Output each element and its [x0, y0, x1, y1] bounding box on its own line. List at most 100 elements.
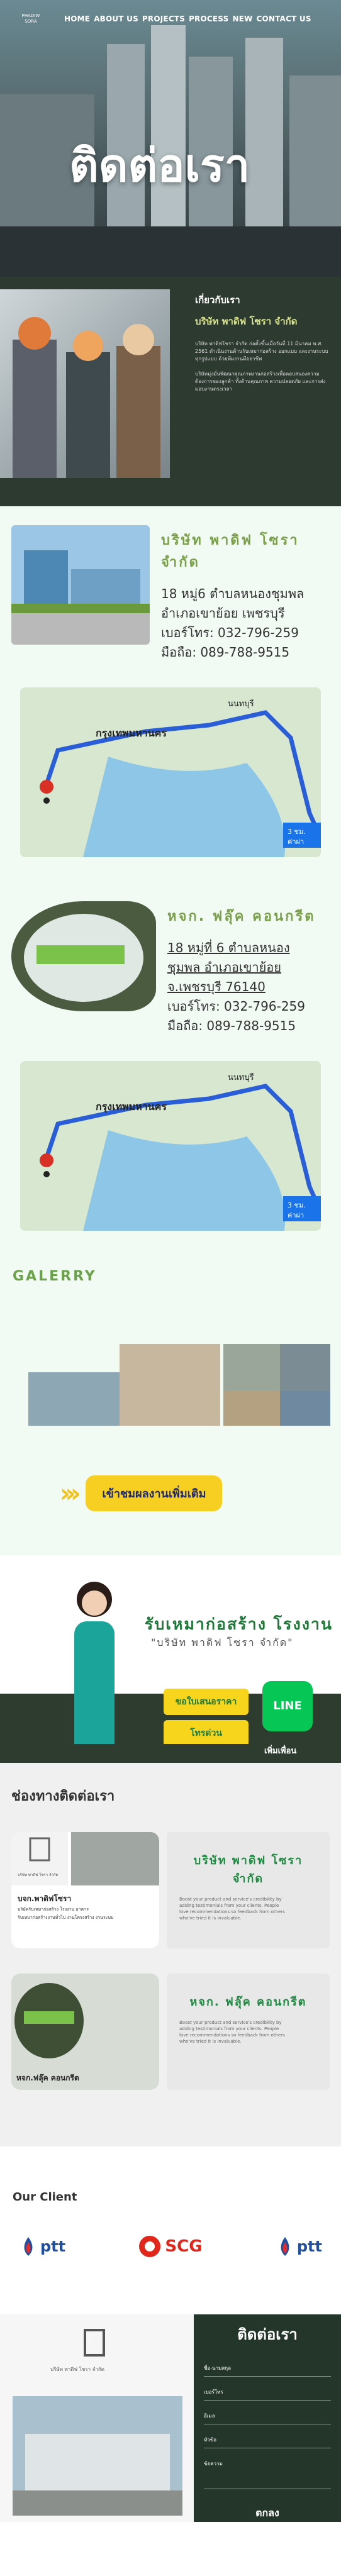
line-add-friend[interactable]: เพิ่มเพื่อน — [264, 1744, 296, 1757]
gallery-grid — [0, 1328, 341, 1467]
promo-band-bottom: เพิ่มเพื่อน — [0, 1744, 341, 1763]
contact-form: ติดต่อเรา ชื่อ-นามสกุล เบอร์โทร อีเมล หั… — [194, 2314, 341, 2522]
card2-name: หจก.ฟลุ๊ค คอนกรีต — [16, 2074, 79, 2083]
nav-process[interactable]: PROCESS — [189, 14, 228, 23]
company1-mobile[interactable]: มือถือ: 089-788-9515 — [161, 643, 330, 662]
company2-truck-photo — [11, 901, 156, 1011]
contact-card-2: หจก.ฟลุ๊ค คอนกรีต หจก. ฟลุ๊ค คอนกรีต Boo… — [11, 1974, 330, 2090]
company2-mobile[interactable]: มือถือ: 089-788-9515 — [167, 1016, 316, 1036]
company2-map[interactable]: กรุงเทพมหานคร นนทบุรี 3 ชม. ค่าผ่า — [20, 1061, 321, 1231]
card1-name: บจก.พาดิฟโซรา — [18, 1894, 71, 1903]
scg-logo-text: SCG — [165, 2237, 203, 2256]
map2-city-label: กรุงเทพมหานคร — [96, 1101, 167, 1113]
contact-section: ช่องทางติดต่อเรา บริษัท พาดิฟ โซรา จำกัด… — [0, 1763, 341, 2146]
client-logos: ptt SCG ptt — [13, 2235, 328, 2258]
scg-logo: SCG — [138, 2235, 203, 2258]
map-city-label: กรุงเทพมหานคร — [96, 727, 167, 740]
gallery-image[interactable] — [223, 1344, 280, 1391]
promo-title: รับเหมาก่อสร้าง โรงงาน — [145, 1615, 333, 1633]
submit-button[interactable]: ตกลง — [204, 2506, 331, 2521]
message-field[interactable]: ข้อความ — [204, 2455, 331, 2489]
card2-right-name: หจก. ฟลุ๊ค คอนกรีต — [189, 1996, 307, 2009]
about-section: เกี่ยวกับเรา บริษัท พาดิฟ โซรา จำกัด บริ… — [0, 277, 341, 506]
ptt-logo-text: ptt — [40, 2238, 66, 2255]
gallery-title: GALERRY — [13, 1269, 97, 1284]
quote-button[interactable]: ขอใบเสนอราคา — [164, 1689, 249, 1715]
company1-card-details: บริษัท พาดิฟ โซรา จำกัด Boost your produ… — [167, 1832, 330, 1948]
nav-home[interactable]: HOME — [64, 14, 90, 23]
chevrons-right-icon: ››› — [60, 1479, 81, 1508]
ptt-drop-icon — [24, 2237, 33, 2256]
contact-title: ช่องทางติดต่อเรา — [11, 1789, 115, 1804]
card1-sub: บริษัทรับเหมาก่อสร้าง โรงงาน อาคาร — [18, 1906, 89, 1912]
nav-about[interactable]: ABOUT US — [94, 14, 138, 23]
gallery-image[interactable] — [120, 1344, 220, 1426]
about-heading: เกี่ยวกับเรา — [195, 294, 240, 306]
company2-name: หจก. ฟลุ๊ค คอนกรีต — [167, 909, 316, 924]
contact-card-1: บริษัท พาดิฟ โซรา จำกัด บจก.พาดิฟโซรา บร… — [11, 1832, 330, 1948]
company2-address-3: จ.เพชรบุรี 76140 — [167, 979, 266, 994]
map2-route-time: 3 ชม. — [288, 1201, 306, 1209]
form-title: ติดต่อเรา — [237, 2326, 298, 2343]
gallery-image[interactable] — [280, 1344, 330, 1391]
company1-map[interactable]: กรุงเทพมหานคร นนทบุรี 3 ชม. ค่าผ่า — [20, 687, 321, 857]
client-title: Our Client — [13, 2190, 77, 2204]
logo-line2: SORA — [25, 19, 37, 24]
nav-new[interactable]: NEW — [232, 14, 252, 23]
card-logo-text: บริษัท พาดิฟ โซรา จำกัด — [18, 1872, 59, 1877]
map2-route-dist: ค่าผ่า — [288, 1211, 304, 1219]
nav-projects[interactable]: PROJECTS — [142, 14, 185, 23]
about-paragraph-1: บริษัท พาดิฟโซรา จำกัด ก่อตั้งขึ้นเมื่อว… — [195, 341, 328, 362]
company-logo-icon — [84, 2329, 105, 2357]
company2-address-2: ชุมพล อำเภอเขาย้อย — [167, 960, 282, 975]
map2-place-label: นนทบุรี — [228, 1072, 254, 1082]
site-logo[interactable]: PHADIW SORA — [9, 13, 53, 25]
company1-name: บริษัท พาดิฟ โซรา จำกัด — [161, 533, 299, 570]
ptt-drop-icon — [281, 2237, 289, 2256]
company2-card-details: หจก. ฟลุ๊ค คอนกรีต Boost your product an… — [167, 1974, 330, 2090]
about-paragraph-2: บริษัทมุ่งมั่นพัฒนาคุณภาพงานก่อสร้างเพื่… — [195, 371, 326, 392]
gallery-image[interactable] — [223, 1391, 280, 1426]
promo-section: รับเหมาก่อสร้าง โรงงาน "บริษัท พาดิฟ โซร… — [0, 1555, 341, 1763]
spokeswoman-image — [74, 1582, 115, 1763]
ptt-logo-text-2: ptt — [296, 2238, 322, 2255]
map-pin-icon — [40, 1153, 53, 1167]
ptt-logo-2: ptt — [276, 2235, 322, 2258]
email-field[interactable]: อีเมล — [204, 2407, 331, 2424]
map-route-dist: ค่าผ่า — [288, 838, 304, 846]
line-icon[interactable]: LINE — [262, 1681, 313, 1731]
company1-section: บริษัท พาดิฟ โซรา จำกัด 18 หมู่6 ตำบลหนอ… — [0, 506, 341, 876]
about-company: บริษัท พาดิฟ โซรา จำกัด — [195, 316, 298, 327]
company1-address-2: อำเภอเขาย้อย เพชรบุรี — [161, 606, 285, 621]
footer-logo-text: บริษัท พาดิฟ โซรา จำกัด — [50, 2366, 104, 2372]
company2-card[interactable]: หจก.ฟลุ๊ค คอนกรีต — [11, 1974, 159, 2090]
card2-right-desc: Boost your product and service's credibi… — [179, 2020, 285, 2044]
gallery-section: GALERRY ››› เข้าชมผลงานเพิ่มเติม — [0, 1250, 341, 1555]
call-button[interactable]: โทรด่วน — [164, 1720, 249, 1746]
nav-contact[interactable]: CONTACT US — [257, 14, 311, 23]
company2-section: หจก. ฟลุ๊ค คอนกรีต 18 หมู่ที่ 6 ตำบลหนอง… — [0, 876, 341, 1250]
phone-field[interactable]: เบอร์โทร — [204, 2383, 331, 2401]
subject-field[interactable]: หัวข้อ — [204, 2431, 331, 2448]
company2-phone[interactable]: เบอร์โทร: 032-796-259 — [167, 997, 316, 1016]
company1-card[interactable]: บริษัท พาดิฟ โซรา จำกัด บจก.พาดิฟโซรา บร… — [11, 1832, 159, 1948]
hero-section: PHADIW SORA HOME ABOUT US PROJECTS PROCES… — [0, 0, 341, 277]
nav-menu: HOME ABOUT US PROJECTS PROCESS NEW CONTA… — [64, 14, 311, 23]
gallery-image[interactable] — [28, 1372, 120, 1426]
footer-visual: บริษัท พาดิฟ โซรา จำกัด — [13, 2329, 182, 2516]
company1-phone[interactable]: เบอร์โทร: 032-796-259 — [161, 623, 330, 643]
map-pin-icon — [40, 780, 53, 794]
logo-line1: PHADIW — [21, 13, 40, 18]
company1-building-photo — [11, 525, 150, 645]
gallery-more-button[interactable]: เข้าชมผลงานเพิ่มเติม — [86, 1475, 223, 1511]
scg-emblem-icon — [139, 2236, 161, 2257]
engineers-photo — [0, 289, 170, 478]
company2-address-1: 18 หมู่ที่ 6 ตำบลหนอง — [167, 940, 290, 955]
top-nav: PHADIW SORA HOME ABOUT US PROJECTS PROCES… — [0, 0, 341, 38]
page-title: ติดต่อเรา — [69, 139, 250, 192]
card1-right-name: บริษัท พาดิฟ โซรา จำกัด — [193, 1854, 303, 1885]
company1-address-1: 18 หมู่6 ตำบลหนองชุมพล — [161, 586, 305, 601]
name-field[interactable]: ชื่อ-นามสกุล — [204, 2359, 331, 2377]
map-place-label: นนทบุรี — [228, 699, 254, 709]
gallery-image[interactable] — [280, 1391, 330, 1426]
